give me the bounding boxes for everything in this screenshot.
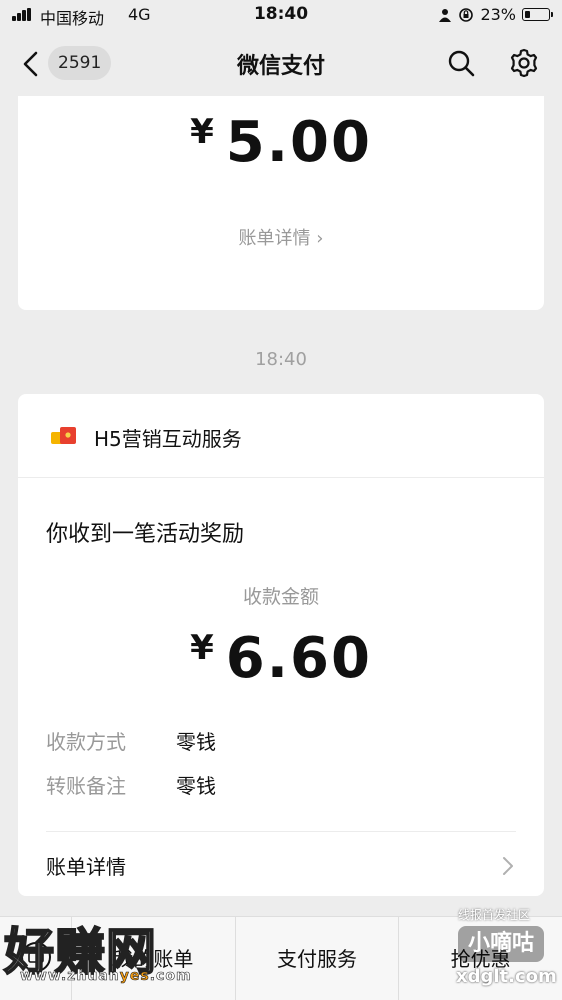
menu-payment-service[interactable]: 支付服务 [236, 917, 400, 1000]
status-bar: 中国移动 4G 18:40 23% [0, 0, 562, 30]
transfer-note-value: 零钱 [176, 774, 216, 798]
watermark-brand-right: 小嘀咕 [458, 926, 544, 962]
currency-symbol: ¥ [190, 628, 214, 668]
search-icon[interactable] [446, 48, 476, 78]
reward-amount: ¥6.60 [18, 626, 544, 691]
payment-method-row: 收款方式 零钱 [46, 726, 216, 755]
orientation-lock-icon [459, 7, 474, 22]
watermark-tagline-right: 线报首发社区 [458, 908, 531, 922]
nav-bar: 2591 微信支付 [0, 30, 562, 96]
chevron-right-icon[interactable] [502, 856, 514, 876]
bill-detail-link[interactable]: 账单详情 › [18, 224, 544, 250]
reward-payment-card[interactable]: H5营销互动服务 你收到一笔活动奖励 收款金额 ¥6.60 收款方式 零钱 转账备… [18, 394, 544, 896]
payment-method-value: 零钱 [176, 730, 216, 754]
transfer-note-row: 转账备注 零钱 [46, 770, 216, 799]
amount-value: 5.00 [225, 110, 372, 175]
red-packet-icon [51, 427, 76, 444]
page-title: 微信支付 [236, 54, 325, 79]
battery-icon [522, 8, 553, 21]
watermark-url-left: www.zhuanyes.com [20, 968, 192, 985]
amount-label: 收款金额 [242, 586, 319, 608]
amount-value: 6.60 [225, 626, 372, 691]
status-right: 23% [438, 5, 553, 24]
battery-percent: 23% [480, 5, 516, 24]
gear-icon[interactable] [508, 47, 540, 79]
bill-detail-link[interactable]: 账单详情 [46, 851, 126, 880]
person-icon [439, 8, 452, 22]
message-timestamp: 18:40 [255, 349, 307, 370]
watermark-url-right: xdglt.com [456, 966, 557, 987]
previous-payment-card[interactable]: ¥5.00 账单详情 › [18, 96, 544, 310]
divider [46, 831, 516, 832]
service-name: H5营销互动服务 [94, 427, 242, 451]
reward-message: 你收到一笔活动奖励 [46, 522, 245, 547]
service-header[interactable]: H5营销互动服务 [18, 394, 544, 478]
transfer-note-label: 转账备注 [46, 774, 126, 798]
currency-symbol: ¥ [190, 112, 214, 152]
previous-amount: ¥5.00 [18, 110, 544, 175]
payment-method-label: 收款方式 [46, 730, 126, 754]
